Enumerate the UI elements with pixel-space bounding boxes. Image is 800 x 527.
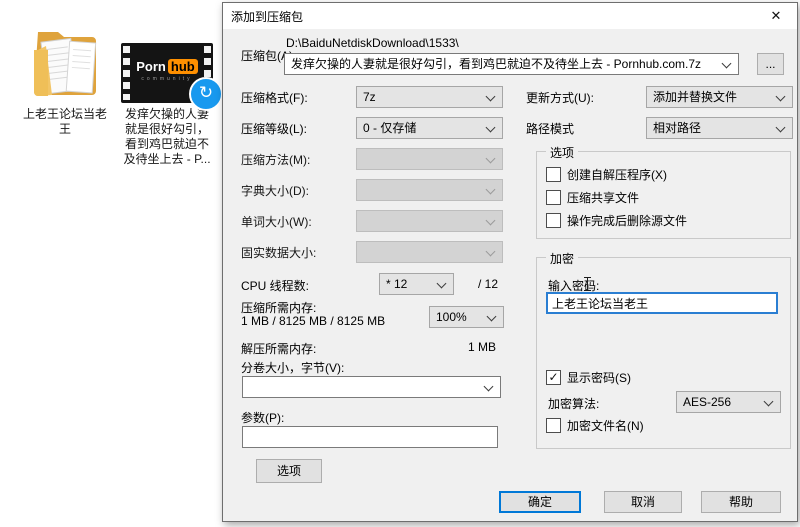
method-label: 压缩方法(M): bbox=[241, 153, 311, 167]
memory-decompress-value: 1 MB bbox=[468, 340, 497, 354]
close-button[interactable]: ✕ bbox=[755, 3, 797, 29]
cancel-button[interactable]: 取消 bbox=[604, 491, 682, 513]
format-label: 压缩格式(F): bbox=[241, 91, 308, 105]
logo-porn-text: Porn bbox=[136, 59, 166, 74]
cpu-threads-total: / 12 bbox=[478, 277, 499, 291]
cpu-threads-dropdown[interactable]: * 12 bbox=[379, 273, 454, 295]
sfx-checkbox[interactable] bbox=[546, 167, 561, 182]
encrypt-names-checkbox-row[interactable]: 加密文件名(N) bbox=[546, 417, 644, 434]
encryption-method-label: 加密算法: bbox=[548, 397, 600, 411]
level-label: 压缩等级(L): bbox=[241, 122, 308, 136]
show-password-checkbox[interactable]: ✓ bbox=[546, 370, 561, 385]
format-dropdown[interactable]: 7z bbox=[356, 86, 503, 108]
folder-icon bbox=[34, 32, 97, 96]
update-mode-label: 更新方式(U): bbox=[526, 91, 594, 105]
archive-name-combobox[interactable]: 发痒欠操的人妻就是很好勾引，看到鸡巴就迫不及待坐上去 - Pornhub.com… bbox=[284, 53, 739, 75]
memory-decompress-label: 解压所需内存: bbox=[241, 342, 317, 356]
delete-after-checkbox-row[interactable]: 操作完成后删除源文件 bbox=[546, 212, 687, 229]
show-password-checkbox-label: 显示密码(S) bbox=[567, 371, 631, 385]
ok-button[interactable]: 确定 bbox=[499, 491, 581, 513]
folder-label: 上老王论坛当老王 bbox=[22, 107, 107, 136]
help-button[interactable]: 帮助 bbox=[701, 491, 781, 513]
volume-size-combobox[interactable] bbox=[242, 376, 501, 398]
memory-compress-detail: 1 MB / 8125 MB / 8125 MB bbox=[241, 314, 386, 328]
path-mode-dropdown[interactable]: 相对路径 bbox=[646, 117, 793, 139]
encrypt-names-checkbox-label: 加密文件名(N) bbox=[567, 419, 644, 433]
archive-directory: D:\BaiduNetdiskDownload\1533\ bbox=[286, 36, 459, 50]
sync-badge-icon: ↻ bbox=[189, 77, 223, 111]
dialog-title: 添加到压缩包 bbox=[231, 9, 304, 24]
text-cursor-icon bbox=[584, 277, 591, 291]
dialog-body: 压缩包(A) D:\BaiduNetdiskDownload\1533\ 发痒欠… bbox=[223, 29, 797, 521]
level-dropdown[interactable]: 0 - 仅存储 bbox=[356, 117, 503, 139]
browse-button[interactable]: ... bbox=[757, 53, 784, 75]
sfx-checkbox-label: 创建自解压程序(X) bbox=[567, 168, 667, 182]
word-size-dropdown bbox=[356, 210, 503, 232]
encryption-group-title: 加密 bbox=[546, 250, 579, 267]
word-size-label: 单词大小(W): bbox=[241, 215, 312, 229]
shared-files-checkbox-label: 压缩共享文件 bbox=[567, 191, 640, 205]
dictionary-dropdown bbox=[356, 179, 503, 201]
options-button[interactable]: 选项 bbox=[256, 459, 322, 483]
video-label: 发痒欠操的人妻就是很好勾引，看到鸡巴就迫不及待坐上去 - P... bbox=[123, 107, 211, 166]
memory-percent-dropdown[interactable]: 100% bbox=[429, 306, 504, 328]
show-password-checkbox-row[interactable]: ✓ 显示密码(S) bbox=[546, 369, 631, 386]
shared-files-checkbox[interactable] bbox=[546, 190, 561, 205]
password-input[interactable] bbox=[546, 292, 778, 314]
update-mode-dropdown[interactable]: 添加并替换文件 bbox=[646, 86, 793, 108]
solid-size-dropdown bbox=[356, 241, 503, 263]
delete-after-checkbox-label: 操作完成后删除源文件 bbox=[567, 214, 688, 228]
add-to-archive-dialog: 添加到压缩包 ✕ 压缩包(A) D:\BaiduNetdiskDownload\… bbox=[222, 2, 798, 522]
desktop-folder-item[interactable]: 上老王论坛当老王 bbox=[14, 18, 116, 137]
parameters-label: 参数(P): bbox=[241, 411, 285, 425]
dialog-titlebar[interactable]: 添加到压缩包 ✕ bbox=[223, 3, 797, 29]
options-group-title: 选项 bbox=[546, 144, 579, 161]
parameters-input[interactable] bbox=[242, 426, 498, 448]
volume-size-label: 分卷大小，字节(V): bbox=[241, 361, 345, 375]
encryption-method-dropdown[interactable]: AES-256 bbox=[676, 391, 781, 413]
shared-files-checkbox-row[interactable]: 压缩共享文件 bbox=[546, 189, 639, 206]
cpu-threads-label: CPU 线程数: bbox=[241, 279, 310, 293]
desktop-video-item[interactable]: Porn hub community ↻ 发痒欠操的人妻就是很好勾引，看到鸡巴就迫… bbox=[118, 43, 223, 167]
logo-hub-text: hub bbox=[167, 59, 198, 74]
video-file-icon: Porn hub community ↻ bbox=[121, 43, 223, 111]
solid-size-label: 固实数据大小: bbox=[241, 246, 317, 260]
method-dropdown bbox=[356, 148, 503, 170]
pornhub-logo: Porn hub bbox=[121, 59, 213, 74]
path-mode-label: 路径模式 bbox=[526, 122, 575, 136]
dictionary-label: 字典大小(D): bbox=[241, 184, 309, 198]
sfx-checkbox-row[interactable]: 创建自解压程序(X) bbox=[546, 166, 667, 183]
encrypt-names-checkbox[interactable] bbox=[546, 418, 561, 433]
delete-after-checkbox[interactable] bbox=[546, 213, 561, 228]
